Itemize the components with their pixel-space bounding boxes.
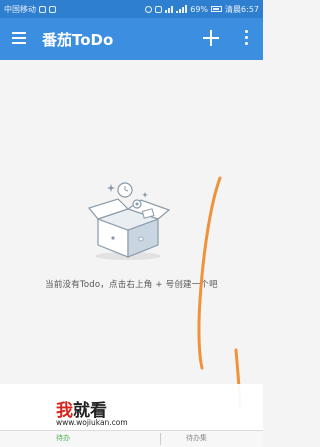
watermark-banner: 我就看 www.wojiukan.com xyxy=(0,384,263,430)
app-bar: 番茄ToDo xyxy=(0,18,263,60)
clock: 清晨6:57 xyxy=(225,4,259,14)
tab-todo-set[interactable]: 待办集 xyxy=(186,433,207,443)
carrier-label: 中国移动 xyxy=(4,4,36,14)
cell-signal-icon xyxy=(176,5,188,13)
status-bar: 中国移动 69% 清晨6:57 xyxy=(0,0,263,18)
bottom-nav: 待办 待办集 xyxy=(0,430,263,447)
vibrate-icon xyxy=(155,5,163,13)
wifi-signal-icon xyxy=(165,5,174,13)
battery-percent: 69% xyxy=(190,4,209,14)
alarm-icon xyxy=(145,5,153,13)
todo-list-area: 当前没有Todo，点击右上角 + 号创建一个吧 xyxy=(0,60,263,405)
open-box-icon xyxy=(87,182,171,260)
empty-state-message: 当前没有Todo，点击右上角 + 号创建一个吧 xyxy=(45,280,218,290)
menu-icon[interactable] xyxy=(12,32,26,44)
status-bar-left: 中国移动 xyxy=(4,4,56,15)
notification-icon xyxy=(39,5,46,13)
status-bar-right: 69% 清晨6:57 xyxy=(145,4,259,15)
bottom-divider xyxy=(160,433,161,445)
tab-todo[interactable]: 待办 xyxy=(56,433,70,443)
add-icon[interactable] xyxy=(202,29,220,47)
usb-icon xyxy=(49,5,56,13)
app-title: 番茄ToDo xyxy=(42,31,114,49)
battery-icon xyxy=(211,6,223,12)
watermark-url: www.wojiukan.com xyxy=(56,418,128,427)
more-vert-icon[interactable] xyxy=(244,30,250,46)
